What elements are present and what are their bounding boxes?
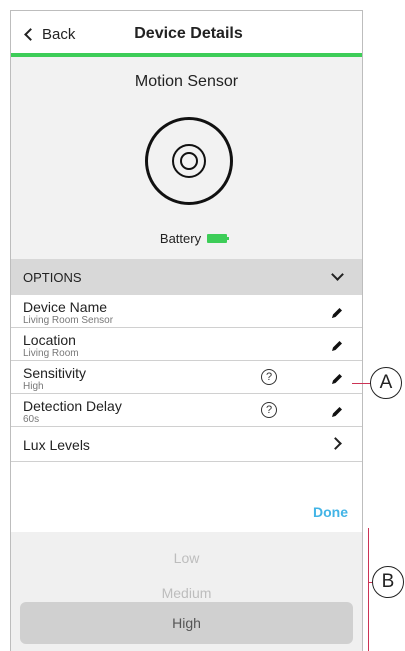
motion-sensor-icon: [145, 117, 233, 205]
callout-a-line: [352, 383, 372, 385]
done-bar: Done: [11, 492, 362, 532]
pencil-icon[interactable]: [330, 339, 344, 353]
picker-option-low[interactable]: Low: [11, 550, 362, 566]
callout-b: B: [372, 566, 404, 598]
chevron-right-icon: [329, 437, 342, 450]
option-title: Detection Delay: [23, 398, 122, 414]
help-circle-icon[interactable]: ?: [261, 369, 277, 385]
option-title: Lux Levels: [23, 437, 90, 453]
sensitivity-picker[interactable]: Low Medium High: [11, 532, 362, 651]
option-title: Sensitivity: [23, 365, 87, 381]
option-subtitle: Living Room Sensor: [23, 315, 114, 326]
picker-option-medium[interactable]: Medium: [11, 585, 362, 601]
option-subtitle: 60s: [23, 414, 40, 425]
done-button[interactable]: Done: [313, 504, 348, 520]
option-row-device-name[interactable]: Device Name Living Room Sensor: [11, 295, 362, 328]
option-subtitle: Living Room: [23, 348, 79, 359]
help-circle-icon[interactable]: ?: [261, 402, 277, 418]
option-title: Location: [23, 332, 76, 348]
option-row-detection-delay[interactable]: Detection Delay 60s ?: [11, 394, 362, 427]
device-summary: Motion Sensor Battery: [11, 57, 362, 259]
page-title: Device Details: [134, 25, 243, 42]
pencil-icon[interactable]: [330, 405, 344, 419]
header-bar: Back Device Details: [11, 11, 362, 57]
options-section-header[interactable]: OPTIONS: [11, 259, 362, 295]
chevron-down-icon: [331, 268, 344, 281]
battery-status: Battery: [11, 231, 362, 246]
battery-full-icon: [207, 234, 230, 243]
pencil-icon[interactable]: [330, 372, 344, 386]
battery-label: Battery: [159, 231, 202, 246]
picker-option-high[interactable]: High: [11, 615, 362, 631]
options-label: OPTIONS: [23, 270, 82, 285]
device-name: Motion Sensor: [134, 73, 239, 90]
callout-b-bracket: [368, 528, 370, 651]
option-title: Device Name: [23, 299, 108, 315]
device-details-screen: Back Device Details Motion Sensor Batter…: [10, 10, 363, 651]
callout-a: A: [370, 367, 402, 399]
option-subtitle: High: [23, 381, 44, 392]
pencil-icon[interactable]: [330, 306, 344, 320]
option-row-lux-levels[interactable]: Lux Levels: [11, 427, 362, 462]
option-row-sensitivity[interactable]: Sensitivity High ?: [11, 361, 362, 394]
option-row-location[interactable]: Location Living Room: [11, 328, 362, 361]
